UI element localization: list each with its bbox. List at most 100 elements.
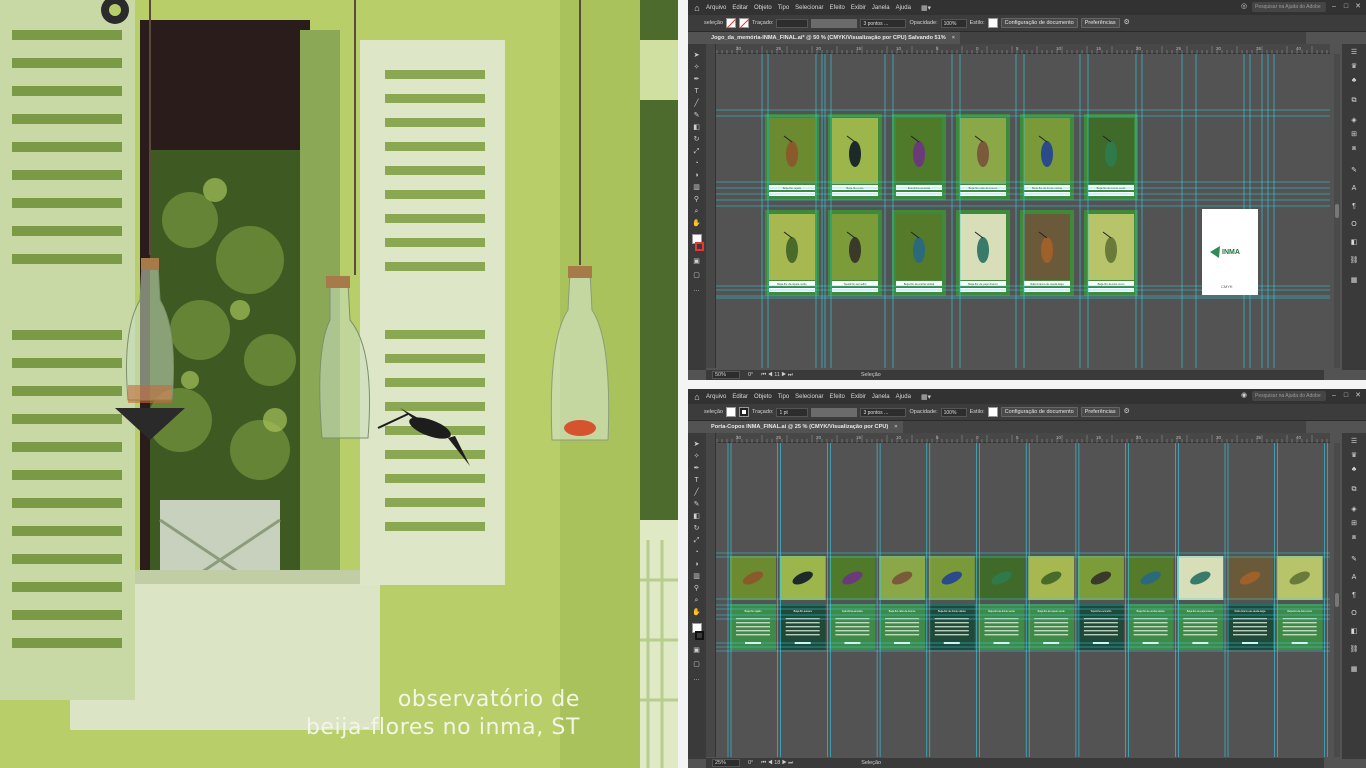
stroke-swatch[interactable] <box>738 18 749 28</box>
edit-toolbar-icon[interactable]: … <box>692 675 701 683</box>
swatches-panel-icon[interactable]: ▦ <box>1349 665 1359 674</box>
coaster-card[interactable]: Beija-flor-rajado <box>730 556 776 650</box>
paragraph-panel-icon[interactable]: ¶ <box>1349 591 1359 600</box>
stroke-weight-field[interactable] <box>776 18 809 28</box>
scrollbar-thumb[interactable] <box>1335 204 1339 218</box>
artboards-panel-icon[interactable]: ⧉ <box>1349 485 1359 494</box>
align-panel-icon[interactable]: ⧈ <box>1349 533 1359 542</box>
coaster-card[interactable]: Topetinho-vermelho <box>1077 556 1124 650</box>
menu-efeito[interactable]: Efeito <box>830 5 845 11</box>
scrollbar-thumb[interactable] <box>1335 593 1339 607</box>
menu-exibir[interactable]: Exibir <box>851 5 866 11</box>
menu-selecionar[interactable]: Selecionar <box>795 5 823 11</box>
coaster-card[interactable]: Beija-flor-rabo-de-bronze <box>879 556 926 650</box>
menu-tipo[interactable]: Tipo <box>778 394 789 400</box>
transform-panel-icon[interactable]: ⊞ <box>1349 130 1359 139</box>
links-panel-icon[interactable]: ⛓ <box>1349 645 1359 654</box>
artboard-navigator[interactable]: ⏮ ◀ 18 ▶ ⏭ <box>761 760 793 767</box>
artboards-panel-icon[interactable]: ⧉ <box>1349 96 1359 105</box>
rotate-tool-icon[interactable]: ↻ <box>692 136 701 144</box>
cloud-sync-icon[interactable]: ◎ <box>1240 3 1248 11</box>
brush-tool-icon[interactable]: ✎ <box>692 501 701 509</box>
symbols-panel-icon[interactable]: ♣ <box>1349 465 1359 474</box>
coaster-card[interactable]: Beija-flor-de-papo-branco <box>1177 556 1224 650</box>
zoom-tool-icon[interactable]: ⌕ <box>692 597 701 605</box>
preferences-button[interactable]: Preferências <box>1080 18 1120 28</box>
coaster-card[interactable]: Beija-flor-de-fronte-violeta <box>928 556 975 650</box>
coaster-card[interactable]: Beija-flor-de-fronte-verde <box>978 556 1025 650</box>
edit-toolbar-icon[interactable]: … <box>692 286 701 294</box>
vertical-ruler-2[interactable] <box>706 433 716 757</box>
style-swatch[interactable] <box>987 18 998 28</box>
vertical-ruler[interactable] <box>706 44 716 368</box>
properties-panel-icon[interactable]: ☰ <box>1349 48 1359 57</box>
rotation-field[interactable]: 0° <box>748 372 753 378</box>
menu-arquivo[interactable]: Arquivo <box>706 394 726 400</box>
stroke-color-icon[interactable] <box>695 242 704 251</box>
home-icon[interactable]: ⌂ <box>688 392 706 402</box>
brush-points-select[interactable]: 3 pontos ... <box>860 18 907 28</box>
coaster-card[interactable]: Beija-flor-de-orelha-violeta <box>1127 556 1174 650</box>
type-tool-icon[interactable]: T <box>692 477 701 485</box>
opentype-panel-icon[interactable]: O <box>1349 609 1359 618</box>
memory-card[interactable]: Beija-flor-de-fronte-violeta <box>1020 114 1074 200</box>
zoom-field[interactable]: 50% <box>712 371 740 379</box>
links-panel-icon[interactable]: ⛓ <box>1349 256 1359 265</box>
minimize-icon[interactable]: – <box>1330 3 1338 11</box>
preferences-button[interactable]: Preferências <box>1080 407 1120 417</box>
close-icon[interactable]: ✕ <box>1354 392 1362 400</box>
memory-card[interactable]: Topetinho-vermelho <box>828 210 882 296</box>
graph-tool-icon[interactable]: ▥ <box>692 573 701 581</box>
stroke-weight-field[interactable]: 1 pt <box>776 407 809 417</box>
menu-ajuda[interactable]: Ajuda <box>896 394 911 400</box>
vertical-scrollbar-2[interactable] <box>1334 443 1340 757</box>
symbols-panel-icon[interactable]: ♣ <box>1349 76 1359 85</box>
eraser-tool-icon[interactable]: ◧ <box>692 513 701 521</box>
scale-tool-icon[interactable]: ⤢ <box>692 537 701 545</box>
coaster-card[interactable]: Beija-flor-de-bico-curvo <box>1276 556 1323 650</box>
menu-tipo[interactable]: Tipo <box>778 5 789 11</box>
selection-tool-icon[interactable]: ➤ <box>692 52 701 60</box>
zoom-field[interactable]: 25% <box>712 759 740 767</box>
home-icon[interactable]: ⌂ <box>688 3 706 13</box>
rotate-tool-icon[interactable]: ↻ <box>692 525 701 533</box>
coaster-card[interactable]: Beija-flor-tesoura <box>779 556 826 650</box>
vertical-scrollbar[interactable] <box>1334 54 1340 368</box>
eraser-tool-icon[interactable]: ◧ <box>692 124 701 132</box>
pen-tool-icon[interactable]: ✒ <box>692 465 701 473</box>
coaster-card[interactable]: Estrelinha-ametista <box>829 556 876 650</box>
memory-card[interactable]: Beija-flor-rajado <box>765 114 819 200</box>
menu-arquivo[interactable]: Arquivo <box>706 5 726 11</box>
brushes-panel-icon[interactable]: ✎ <box>1349 166 1359 175</box>
workspace-switcher-icon[interactable]: ▦▾ <box>921 393 931 401</box>
menu-janela[interactable]: Janela <box>872 394 890 400</box>
opacity-field[interactable]: 100% <box>940 407 967 417</box>
variable-width-field[interactable] <box>811 407 858 417</box>
layers-panel-icon[interactable]: ◈ <box>1349 116 1359 125</box>
align-panel-icon[interactable]: ⧈ <box>1349 144 1359 153</box>
fill-swatch[interactable] <box>725 407 736 417</box>
stroke-swatch[interactable] <box>738 407 749 417</box>
arrange-icon[interactable]: ⚙ <box>1123 19 1131 27</box>
pathfinder-panel-icon[interactable]: ◧ <box>1349 627 1359 636</box>
memory-card[interactable]: Beija-flor-de-fronte-verde <box>1084 114 1138 200</box>
horizontal-ruler[interactable]: 30 25 20 15 10 5 0 5 10 15 20 25 30 35 40 <box>711 44 1330 54</box>
document-tab[interactable]: Jogo_da_memória-INMA_FINAL.ai* @ 50 % (C… <box>706 32 961 44</box>
memory-card[interactable]: Rabo-branco-de-cauda-larga <box>1020 210 1074 296</box>
menu-janela[interactable]: Janela <box>872 5 890 11</box>
variable-width-field[interactable] <box>811 18 858 28</box>
opentype-panel-icon[interactable]: O <box>1349 220 1359 229</box>
document-tab[interactable]: Porta-Copos INMA_FINAL.ai @ 25 % (CMYK/V… <box>706 421 903 433</box>
menu-ajuda[interactable]: Ajuda <box>896 5 911 11</box>
menu-editar[interactable]: Editar <box>732 394 748 400</box>
maximize-icon[interactable]: □ <box>1342 392 1350 400</box>
coaster-card[interactable]: Beija-flor-de-topete-verde <box>1028 556 1075 650</box>
libraries-panel-icon[interactable]: ♛ <box>1349 451 1359 460</box>
minimize-icon[interactable]: – <box>1330 392 1338 400</box>
scale-tool-icon[interactable]: ⤢ <box>692 148 701 156</box>
memory-card[interactable]: Beija-flor-rabo-de-bronze <box>956 114 1010 200</box>
shape-builder-icon[interactable]: ◑ <box>692 561 701 569</box>
drawing-modes-icon[interactable]: ▣ <box>692 258 701 266</box>
character-panel-icon[interactable]: A <box>1349 573 1359 582</box>
pathfinder-panel-icon[interactable]: ◧ <box>1349 238 1359 247</box>
